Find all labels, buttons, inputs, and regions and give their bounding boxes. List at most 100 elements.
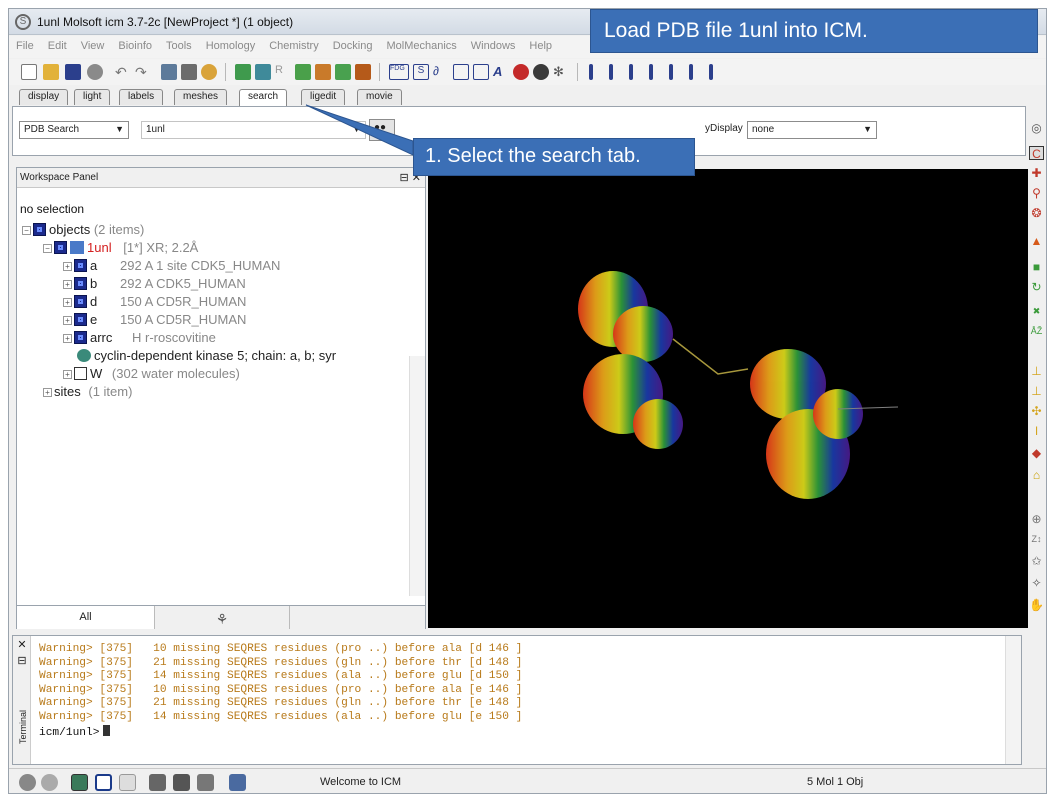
molecule-name: e: [90, 312, 98, 327]
protein-structure-render: [578, 271, 899, 499]
close-icon[interactable]: ✕: [15, 638, 29, 651]
tree-molecule[interactable]: + e 150 A CD5R_HUMAN: [63, 312, 246, 327]
terminal-line: Warning> [375] 14 missing SEQRES residue…: [39, 670, 523, 683]
expand-icon[interactable]: +: [63, 316, 72, 325]
icm-window: S 1unl Molsoft icm 3.7-2c [NewProject *]…: [8, 8, 1047, 794]
tutorial-callout: 1. Select the search tab.: [413, 138, 695, 176]
status-message: Welcome to ICM: [320, 776, 402, 788]
terminal-line: Warning> [375] 10 missing SEQRES residue…: [39, 643, 523, 655]
sites-label: sites: [54, 384, 81, 399]
panel-view-icon[interactable]: [119, 774, 136, 791]
collapse-icon[interactable]: −: [22, 226, 31, 235]
float-icon[interactable]: ⊟: [15, 654, 29, 667]
expand-icon[interactable]: +: [63, 280, 72, 289]
object-name: 1unl: [87, 240, 112, 255]
info-icon: [77, 349, 91, 362]
molecule-checkbox[interactable]: [74, 295, 87, 308]
terminal-panel[interactable]: ✕ ⊟ Terminal Warning> [375] 10 missing S…: [12, 635, 1022, 765]
align-center-icon[interactable]: ✣: [1029, 404, 1044, 418]
molecule-tab-icon: ⚘: [215, 611, 229, 627]
star-icon[interactable]: ✩: [1029, 554, 1044, 568]
terminal-line: Warning> [375] 10 missing SEQRES residue…: [39, 683, 523, 696]
description-text: cyclin-dependent kinase 5; chain: a, b; …: [94, 348, 337, 363]
water-info: (302 water molecules): [111, 366, 240, 381]
water-name: W: [90, 366, 103, 381]
tools-icon[interactable]: [197, 774, 214, 791]
workspace-panel: Workspace Panel ⊟ ✕ no selection − object…: [16, 167, 426, 629]
tree-objects[interactable]: − objects (2 items): [22, 222, 144, 237]
expand-icon[interactable]: +: [43, 388, 52, 397]
molecule-viewer[interactable]: [428, 169, 1028, 628]
object-checkbox[interactable]: [54, 241, 67, 254]
workspace-scrollbar[interactable]: [409, 356, 425, 596]
gear-icon[interactable]: [149, 774, 166, 791]
molecule-checkbox[interactable]: [74, 259, 87, 272]
tree-water[interactable]: + W (302 water molecules): [63, 366, 240, 381]
molecule-info: 292 A 1 site CDK5_HUMAN: [120, 258, 281, 273]
object-info: [1*] XR; 2.2Å: [123, 240, 199, 255]
az-icon[interactable]: ÅŽ: [1029, 324, 1044, 338]
molecule-info: 150 A CD5R_HUMAN: [120, 312, 247, 327]
paint-icon[interactable]: ✧: [1029, 576, 1044, 590]
measure-icon[interactable]: ⊕: [1029, 512, 1044, 526]
molecule-icon: [70, 241, 84, 254]
object-checkbox[interactable]: [33, 223, 46, 236]
tree-molecule[interactable]: + b 292 A CDK5_HUMAN: [63, 276, 246, 291]
expand-icon[interactable]: +: [63, 370, 72, 379]
terminal-line: Warning> [375] 21 missing SEQRES residue…: [39, 656, 523, 669]
sites-count: (1 item): [88, 384, 133, 399]
center-icon[interactable]: ▲: [1029, 234, 1044, 248]
object-count: 5 Mol 1 Obj: [807, 776, 864, 788]
workspace-tabs: All ⚘: [17, 605, 425, 629]
objects-label: objects: [49, 222, 91, 237]
tutorial-banner: Load PDB file 1unl into ICM.: [590, 9, 1038, 53]
molecule-name: a: [90, 258, 98, 273]
tree-sites[interactable]: + sites (1 item): [43, 384, 132, 399]
terminal-prompt: icm/1unl>: [39, 726, 100, 739]
tab-all[interactable]: All: [17, 606, 155, 629]
camera-icon[interactable]: [173, 774, 190, 791]
refresh-icon[interactable]: ↻: [1029, 280, 1044, 294]
tab-molecules[interactable]: ⚘: [155, 606, 290, 629]
hand-icon[interactable]: ✋: [1029, 598, 1044, 612]
objects-count: (2 items): [93, 222, 145, 237]
color-icon[interactable]: ◆: [1029, 446, 1044, 460]
text-cursor: [103, 724, 111, 736]
tree-molecule[interactable]: + d 150 A CD5R_HUMAN: [63, 294, 246, 309]
lock-icon[interactable]: ⌂: [1029, 468, 1044, 482]
fps-icon[interactable]: [41, 774, 58, 791]
collapse-icon[interactable]: −: [43, 244, 52, 253]
tree-molecule[interactable]: + arrc H r-roscovitine: [63, 330, 216, 345]
molecule-info: 150 A CD5R_HUMAN: [120, 294, 247, 309]
tree-molecule[interactable]: + a 292 A 1 site CDK5_HUMAN: [63, 258, 280, 273]
expand-icon[interactable]: +: [63, 262, 72, 271]
molecule-info: 292 A CDK5_HUMAN: [120, 276, 246, 291]
molecule-checkbox[interactable]: [74, 331, 87, 344]
molecule-checkbox[interactable]: [74, 277, 87, 290]
tree-description[interactable]: cyclin-dependent kinase 5; chain: a, b; …: [77, 348, 336, 363]
molecule-name: b: [90, 276, 98, 291]
sphere-tool-icon[interactable]: [229, 774, 246, 791]
expand-icon[interactable]: +: [63, 298, 72, 307]
sort-icon[interactable]: Z↕: [1029, 532, 1044, 546]
terminal-scrollbar[interactable]: [1005, 636, 1021, 764]
stop-icon[interactable]: [19, 774, 36, 791]
terminal-sidebar: ✕ ⊟ Terminal: [13, 636, 31, 764]
expand-icon[interactable]: +: [63, 334, 72, 343]
molecule-checkbox[interactable]: [74, 313, 87, 326]
terminal-line: Warning> [375] 14 missing SEQRES residue…: [39, 710, 523, 723]
align-top-icon[interactable]: ⊥: [1029, 364, 1044, 378]
molecule-info: H r-roscovitine: [132, 330, 216, 345]
terminal-output: Warning> [375] 10 missing SEQRES residue…: [39, 643, 522, 740]
terminal-line: Warning> [375] 21 missing SEQRES residue…: [39, 697, 523, 710]
screen-icon[interactable]: ■: [1029, 260, 1044, 274]
cross-icon[interactable]: ✖: [1029, 304, 1044, 318]
terminal-label: Terminal: [18, 710, 28, 745]
water-checkbox[interactable]: [74, 367, 87, 380]
molecule-view-icon[interactable]: [71, 774, 88, 791]
tree-object-1unl[interactable]: − 1unl [1*] XR; 2.2Å: [43, 240, 198, 255]
align-bottom-icon[interactable]: I: [1029, 424, 1044, 438]
molecule-name: arrc: [90, 330, 113, 345]
window-view-icon[interactable]: [95, 774, 112, 791]
align-middle-icon[interactable]: ⊥: [1029, 384, 1044, 398]
